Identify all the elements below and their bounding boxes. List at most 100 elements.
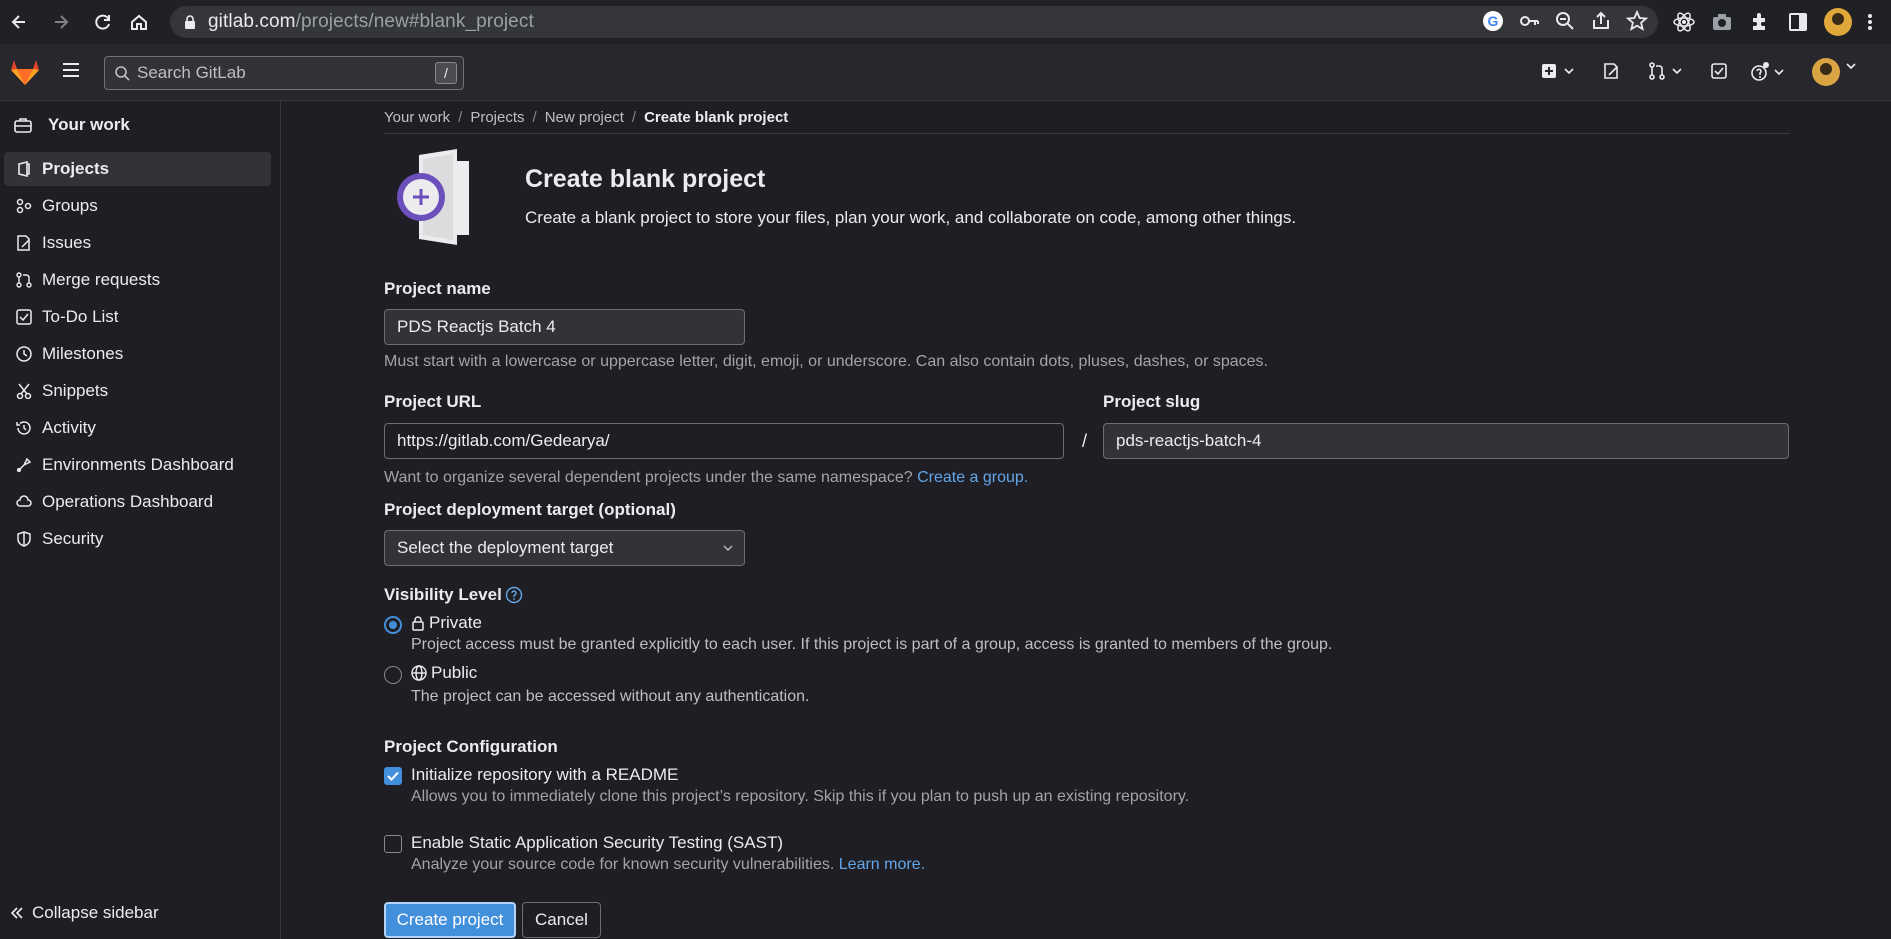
chevron-double-left-icon: [10, 906, 24, 920]
extensions-icon[interactable]: [1748, 10, 1772, 34]
help-circle-icon[interactable]: [505, 586, 523, 604]
lock-icon: [184, 15, 196, 29]
lock-icon: [411, 615, 425, 631]
sidebar-item-projects[interactable]: Projects: [4, 152, 271, 186]
react-devtools-icon[interactable]: [1672, 10, 1696, 34]
project-url-input[interactable]: https://gitlab.com/Gedearya/: [384, 423, 1064, 459]
project-url-label: Project URL: [384, 392, 482, 411]
sast-help: Analyze your source code for known secur…: [411, 856, 926, 873]
todo-icon: [16, 309, 32, 325]
breadcrumb-your-work[interactable]: Your work: [384, 109, 450, 126]
sidebar-item-groups[interactable]: Groups: [4, 189, 271, 223]
project-name-label: Project name: [384, 279, 491, 298]
address-bar[interactable]: gitlab.com/projects/new#blank_project G: [170, 6, 1658, 38]
side-panel-icon[interactable]: [1786, 10, 1810, 34]
issues-icon: [16, 235, 32, 251]
page-title: Create blank project: [525, 165, 766, 193]
sidebar-item-milestones[interactable]: Milestones: [4, 337, 271, 371]
briefcase-icon: [14, 117, 32, 133]
project-configuration-label: Project Configuration: [384, 737, 558, 756]
snippet-icon: [16, 383, 32, 399]
visibility-level-label: Visibility Level: [384, 585, 523, 605]
camera-icon[interactable]: [1710, 10, 1734, 34]
search-icon: [114, 65, 130, 81]
svg-text:G: G: [1488, 13, 1499, 29]
deployment-target-select[interactable]: Select the deployment target: [384, 530, 745, 566]
readme-checkbox[interactable]: [384, 767, 402, 785]
visibility-private-radio[interactable]: [384, 616, 402, 634]
search-shortcut-badge: /: [435, 62, 457, 84]
url-text: gitlab.com/projects/new#blank_project: [208, 11, 534, 32]
page-description: Create a blank project to store your fil…: [525, 208, 1297, 227]
project-name-input[interactable]: PDS Reactjs Batch 4: [384, 309, 745, 345]
project-slug-input[interactable]: pds-reactjs-batch-4: [1103, 423, 1789, 459]
sast-label[interactable]: Enable Static Application Security Testi…: [411, 833, 783, 853]
sidebar-context-header[interactable]: Your work: [8, 105, 272, 145]
visibility-private-help: Project access must be granted explicitl…: [411, 636, 1333, 653]
shield-icon: [16, 531, 32, 547]
todo-header-button[interactable]: [1710, 62, 1728, 80]
readme-help: Allows you to immediately clone this pro…: [411, 788, 1190, 805]
breadcrumb-new-project[interactable]: New project: [545, 109, 624, 126]
sidebar-item-merge-requests[interactable]: Merge requests: [4, 263, 271, 297]
project-name-help: Must start with a lowercase or uppercase…: [384, 353, 1268, 370]
back-icon[interactable]: [4, 7, 34, 37]
project-icon: [16, 161, 32, 177]
sidebar-item-environments-dashboard[interactable]: Environments Dashboard: [4, 448, 271, 482]
help-menu-button[interactable]: [1750, 62, 1784, 82]
chevron-down-icon: [1564, 67, 1574, 75]
top-navbar: Search GitLab /: [0, 44, 1891, 101]
sast-learn-more-link[interactable]: Learn more.: [839, 856, 925, 873]
profile-avatar[interactable]: [1824, 8, 1852, 36]
create-project-button[interactable]: Create project: [384, 902, 516, 938]
deployment-target-label: Project deployment target (optional): [384, 500, 676, 519]
breadcrumb-projects[interactable]: Projects: [470, 109, 524, 126]
home-icon[interactable]: [124, 7, 154, 37]
issues-header-button[interactable]: [1602, 62, 1620, 80]
hamburger-menu-icon[interactable]: [62, 62, 80, 78]
project-slug-label: Project slug: [1103, 392, 1201, 411]
zoom-icon[interactable]: [1554, 10, 1576, 32]
sidebar-context-label: Your work: [48, 115, 130, 134]
todo-icon: [1710, 62, 1728, 80]
breadcrumb: Your work / Projects / New project / Cre…: [384, 101, 1790, 134]
sast-checkbox[interactable]: [384, 835, 402, 853]
sidebar-item-snippets[interactable]: Snippets: [4, 374, 271, 408]
key-icon[interactable]: [1518, 10, 1540, 32]
visibility-public-label[interactable]: Public: [411, 663, 477, 683]
chevron-down-icon: [1774, 68, 1784, 76]
chevron-down-icon: [1846, 62, 1856, 70]
user-menu-chevron[interactable]: [1846, 62, 1856, 70]
google-icon[interactable]: G: [1482, 10, 1504, 32]
issues-icon: [1602, 62, 1620, 80]
breadcrumb-current[interactable]: Create blank project: [644, 109, 788, 126]
create-group-link[interactable]: Create a group.: [917, 469, 1028, 486]
reload-icon[interactable]: [88, 7, 118, 37]
merge-request-icon: [16, 272, 32, 288]
visibility-public-radio[interactable]: [384, 666, 402, 684]
search-input[interactable]: Search GitLab /: [104, 56, 464, 90]
clock-icon: [16, 346, 32, 362]
gitlab-logo-icon[interactable]: [10, 58, 40, 86]
search-placeholder: Search GitLab: [137, 63, 246, 82]
sidebar-item-activity[interactable]: Activity: [4, 411, 271, 445]
browser-toolbar: gitlab.com/projects/new#blank_project G: [0, 0, 1891, 44]
user-avatar[interactable]: [1812, 58, 1840, 86]
sidebar-item-todo-list[interactable]: To-Do List: [4, 300, 271, 334]
sidebar-item-operations-dashboard[interactable]: Operations Dashboard: [4, 485, 271, 519]
new-menu-button[interactable]: [1540, 62, 1574, 80]
more-icon[interactable]: [1866, 10, 1874, 34]
star-icon[interactable]: [1626, 10, 1648, 32]
merge-requests-header-button[interactable]: [1648, 62, 1682, 80]
cancel-button[interactable]: Cancel: [522, 902, 601, 938]
sidebar-item-issues[interactable]: Issues: [4, 226, 271, 260]
sidebar-item-security[interactable]: Security: [4, 522, 271, 556]
chevron-down-icon: [1672, 67, 1682, 75]
share-icon[interactable]: [1590, 10, 1612, 32]
visibility-private-label[interactable]: Private: [411, 613, 482, 633]
url-slug-separator: /: [1082, 431, 1088, 451]
collapse-sidebar-button[interactable]: Collapse sidebar: [10, 903, 159, 923]
merge-request-icon: [1648, 62, 1666, 80]
forward-icon[interactable]: [46, 7, 76, 37]
readme-label[interactable]: Initialize repository with a README: [411, 765, 678, 785]
